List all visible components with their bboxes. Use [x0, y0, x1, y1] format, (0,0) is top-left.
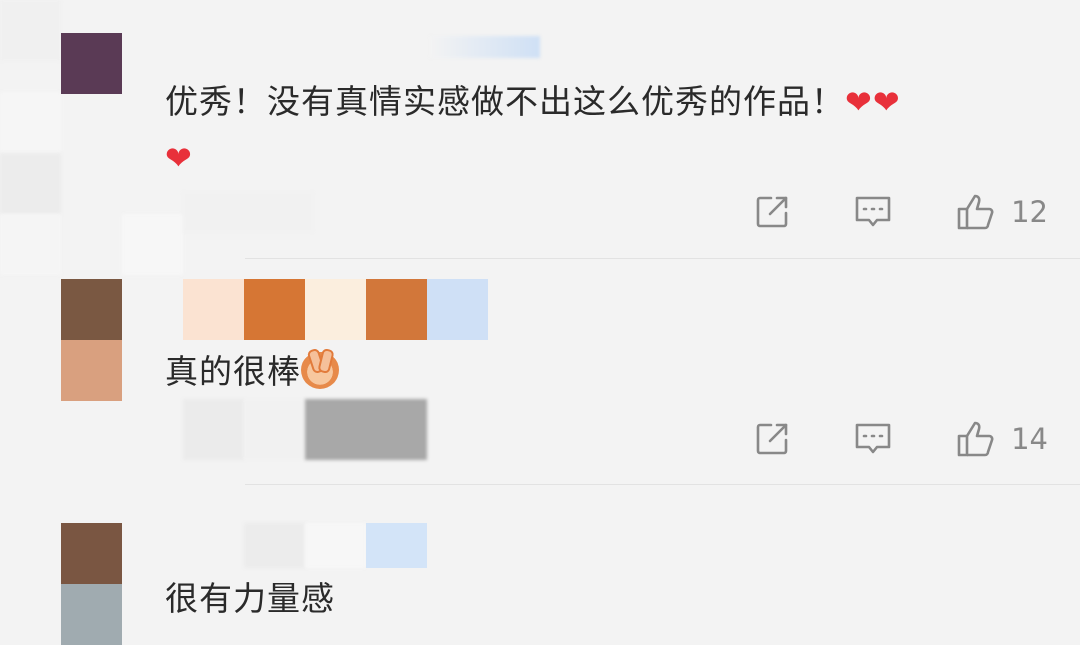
comment-text: 真的很棒 [165, 344, 339, 399]
thumbs-up-icon [957, 194, 994, 230]
comment-text: 很有力量感 [165, 571, 335, 626]
avatar[interactable] [61, 523, 122, 584]
victory-hand-emoji [301, 351, 339, 389]
comment-text: 优秀！没有真情实感做不出这么优秀的作品！❤❤ ❤ [165, 74, 1045, 186]
share-icon [756, 423, 788, 455]
comment-actions: 14 [753, 419, 1048, 459]
comment-actions: 12 [753, 192, 1048, 232]
mosaic-tile [183, 279, 244, 340]
reply-button[interactable] [853, 193, 893, 231]
mosaic-tile [244, 279, 305, 340]
reply-button[interactable] [853, 420, 893, 458]
avatar-lower [61, 340, 122, 401]
like-button[interactable]: 12 [955, 192, 1048, 232]
like-count: 12 [1011, 195, 1048, 229]
like-button[interactable]: 14 [955, 419, 1048, 459]
share-button[interactable] [753, 420, 791, 458]
mosaic-tile [427, 279, 488, 340]
mosaic-tile [305, 399, 427, 460]
comment-item: 真的很棒 14 [0, 259, 1080, 485]
share-button[interactable] [753, 193, 791, 231]
avatar[interactable] [61, 279, 122, 340]
mosaic-tile [183, 399, 244, 460]
heart-emoji: ❤❤ [845, 83, 901, 121]
thumbs-up-icon [957, 421, 994, 457]
comment-icon [855, 196, 891, 227]
avatar-lower [61, 584, 122, 645]
mosaic-tile [366, 279, 427, 340]
mosaic-tile [244, 523, 305, 568]
comment-item: 优秀！没有真情实感做不出这么优秀的作品！❤❤ ❤ 12 [0, 0, 1080, 258]
mosaic-tile [305, 523, 366, 568]
comment-icon [855, 423, 891, 454]
mosaic-tile [244, 399, 305, 460]
mosaic-tile [366, 523, 427, 568]
heart-emoji: ❤ [165, 139, 193, 177]
avatar[interactable] [61, 33, 122, 94]
comment-body: 很有力量感 [165, 579, 335, 618]
username-mosaic [430, 36, 540, 58]
like-count: 14 [1011, 422, 1048, 456]
comment-body: 优秀！没有真情实感做不出这么优秀的作品！ [165, 82, 845, 121]
comment-item: 很有力量感 [0, 485, 1080, 645]
mosaic-tile [305, 279, 366, 340]
share-icon [756, 196, 788, 228]
comment-body: 真的很棒 [165, 352, 301, 391]
